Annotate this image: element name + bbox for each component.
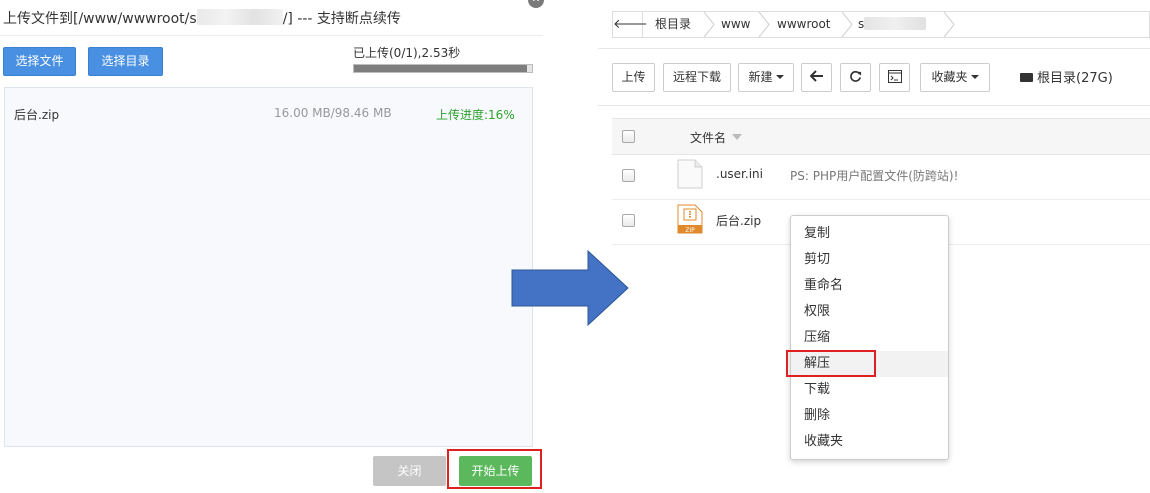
overall-progress-fill <box>354 65 527 72</box>
breadcrumb-www[interactable]: www <box>721 12 750 37</box>
file-name[interactable]: .user.ini <box>716 167 763 181</box>
new-dropdown-button[interactable]: 新建 <box>738 63 794 92</box>
choose-file-button[interactable]: 选择文件 <box>3 47 76 76</box>
divider <box>598 105 1150 106</box>
dialog-title-suffix: /] --- 支持断点续传 <box>282 11 401 27</box>
row-checkbox[interactable] <box>622 214 635 227</box>
extract-highlight-box <box>786 350 876 377</box>
upload-file-progress: 上传进度:16% <box>436 108 515 122</box>
upload-button[interactable]: 上传 <box>612 63 655 92</box>
menu-item-copy[interactable]: 复制 <box>791 221 948 247</box>
refresh-icon <box>850 70 862 82</box>
upload-file-list[interactable]: 后台.zip 16.00 MB/98.46 MB 上传进度:16% <box>4 87 533 447</box>
disk-info[interactable]: 根目录(27G) <box>1020 67 1113 86</box>
dialog-title-prefix: 上传文件到[/www/wwwroot/s <box>3 11 197 27</box>
upload-file-size: 16.00 MB/98.46 MB <box>274 106 392 120</box>
choose-directory-button[interactable]: 选择目录 <box>88 47 163 76</box>
breadcrumb-site[interactable]: s <box>858 12 927 37</box>
zip-icon-label: ZIP <box>685 227 695 234</box>
file-name[interactable]: 后台.zip <box>716 212 761 229</box>
menu-item-delete[interactable]: 删除 <box>791 403 948 429</box>
disk-label: 根目录(27G) <box>1037 71 1113 86</box>
breadcrumb-separator <box>703 12 715 37</box>
blank-file-icon <box>677 159 703 189</box>
chevron-down-icon <box>970 75 979 79</box>
menu-item-permissions[interactable]: 权限 <box>791 299 948 325</box>
sort-caret-icon[interactable] <box>732 134 742 140</box>
upload-file-name: 后台.zip <box>14 108 60 122</box>
back-button[interactable] <box>801 63 832 92</box>
upload-file-row: 后台.zip 16.00 MB/98.46 MB 上传进度:16% <box>5 106 532 126</box>
favorites-dropdown-button[interactable]: 收藏夹 <box>920 63 990 92</box>
redacted-path <box>196 9 283 25</box>
column-header-filename[interactable]: 文件名 <box>690 129 726 146</box>
redacted-site-name <box>864 17 927 30</box>
hard-drive-icon <box>1020 73 1033 82</box>
menu-item-favorites[interactable]: 收藏夹 <box>791 429 948 455</box>
menu-item-cut[interactable]: 剪切 <box>791 247 948 273</box>
zip-file-icon: ZIP <box>677 204 703 234</box>
context-menu: 复制 剪切 重命名 权限 压缩 解压 下载 删除 收藏夹 <box>790 215 949 460</box>
new-button-label: 新建 <box>748 70 773 84</box>
menu-item-download[interactable]: 下载 <box>791 377 948 403</box>
chevron-down-icon <box>775 75 784 79</box>
menu-item-rename[interactable]: 重命名 <box>791 273 948 299</box>
table-header: 文件名 <box>612 118 1150 155</box>
table-row[interactable]: .user.ini PS: PHP用户配置文件(防跨站)! <box>612 155 1150 200</box>
breadcrumb-wwwroot[interactable]: wwwroot <box>777 12 831 37</box>
breadcrumb-separator <box>943 12 955 37</box>
breadcrumb-root[interactable]: 根目录 <box>655 12 691 37</box>
divider <box>598 48 1150 49</box>
upload-dialog: 上传文件到[/www/wwwroot/s/] --- 支持断点续传 ✕ 选择文件… <box>0 0 544 493</box>
dialog-title: 上传文件到[/www/wwwroot/s /] --- 支持断点续传 <box>0 0 543 36</box>
breadcrumb-separator <box>758 12 770 37</box>
menu-item-compress[interactable]: 压缩 <box>791 325 948 351</box>
overall-progress-bar <box>353 64 533 73</box>
start-upload-highlight-box <box>447 449 542 489</box>
select-all-checkbox[interactable] <box>622 130 635 143</box>
close-button[interactable]: 关闭 <box>373 456 446 486</box>
breadcrumb-separator <box>841 12 853 37</box>
refresh-button[interactable] <box>840 63 871 92</box>
upload-status-text: 已上传(0/1),2.53秒 <box>353 46 461 60</box>
breadcrumb: 🡐 根目录 www wwwroot s <box>612 11 1150 38</box>
back-arrow-icon[interactable]: 🡐 <box>613 12 648 37</box>
terminal-button[interactable] <box>879 63 910 92</box>
row-checkbox[interactable] <box>622 169 635 182</box>
favorites-button-label: 收藏夹 <box>931 70 968 84</box>
remote-download-button[interactable]: 远程下载 <box>663 63 731 92</box>
back-arrow-icon <box>809 70 823 82</box>
file-note: PS: PHP用户配置文件(防跨站)! <box>790 169 959 183</box>
terminal-icon <box>887 70 902 83</box>
